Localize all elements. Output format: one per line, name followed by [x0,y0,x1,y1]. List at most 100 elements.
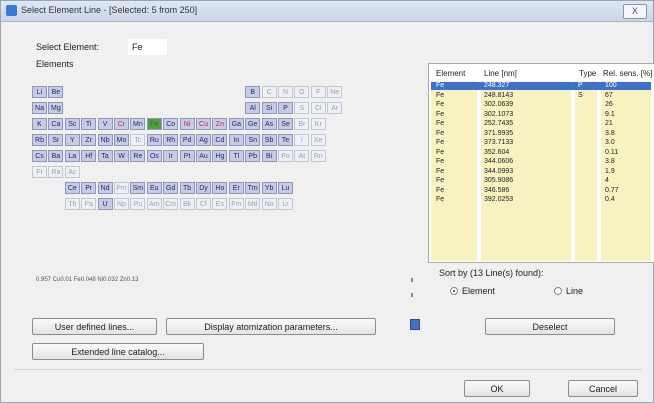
element-cell-md[interactable]: Md [245,198,261,210]
element-cell-ti[interactable]: Ti [81,118,97,130]
element-cell-as[interactable]: As [261,118,277,130]
element-cell-hf[interactable]: Hf [81,150,97,162]
element-cell-ne[interactable]: Ne [327,86,343,98]
element-cell-k[interactable]: K [32,118,47,130]
element-cell-ga[interactable]: Ga [228,118,244,130]
col-header-element[interactable]: Element [436,69,465,78]
element-cell-tb[interactable]: Tb [179,182,195,194]
select-element-input[interactable]: Fe [128,39,167,55]
element-cell-cl[interactable]: Cl [310,102,326,114]
element-cell-kr[interactable]: Kr [310,118,326,130]
element-cell-sb[interactable]: Sb [261,134,277,146]
element-cell-fm[interactable]: Fm [228,198,244,210]
element-cell-es[interactable]: Es [212,198,228,210]
element-cell-cu[interactable]: Cu [196,118,211,130]
element-cell-te[interactable]: Te [278,134,293,146]
element-cell-br[interactable]: Br [294,118,310,130]
element-cell-o[interactable]: O [294,86,310,98]
element-cell-dy[interactable]: Dy [196,182,211,194]
element-cell-u[interactable]: U [97,198,113,210]
element-cell-re[interactable]: Re [130,150,146,162]
element-cell-pm[interactable]: Pm [114,182,129,194]
col-header-type[interactable]: Type [579,69,596,78]
line-row[interactable]: Fe 344.0993 1.9 [431,168,651,176]
element-cell-ra[interactable]: Ra [48,166,64,178]
element-cell-bi[interactable]: Bi [261,150,277,162]
element-cell-sr[interactable]: Sr [48,134,64,146]
element-cell-eu[interactable]: Eu [146,182,162,194]
element-cell-li[interactable]: Li [32,86,47,98]
element-cell-n[interactable]: N [278,86,293,98]
deselect-button[interactable]: Deselect [485,318,615,335]
element-cell-pa[interactable]: Pa [81,198,97,210]
element-cell-zn[interactable]: Zn [212,118,228,130]
element-cell-ge[interactable]: Ge [245,118,261,130]
element-cell-fe[interactable]: Fe [146,118,162,130]
element-cell-mn[interactable]: Mn [130,118,146,130]
element-cell-sc[interactable]: Sc [64,118,80,130]
element-cell-be[interactable]: Be [48,86,64,98]
element-cell-pb[interactable]: Pb [245,150,261,162]
element-cell-hg[interactable]: Hg [212,150,228,162]
element-cell-th[interactable]: Th [64,198,80,210]
element-cell-nd[interactable]: Nd [97,182,113,194]
element-cell-co[interactable]: Co [163,118,179,130]
element-cell-ba[interactable]: Ba [48,150,64,162]
ok-button[interactable]: OK [464,380,530,397]
line-row[interactable]: Fe 248.327 P 100 [431,82,651,90]
element-cell-ho[interactable]: Ho [212,182,228,194]
element-cell-c[interactable]: C [261,86,277,98]
element-cell-i[interactable]: I [294,134,310,146]
element-cell-rb[interactable]: Rb [32,134,47,146]
extended-line-catalog-button[interactable]: Extended line catalog... [32,343,204,360]
line-row[interactable]: Fe 373.7133 3.0 [431,139,651,147]
line-row[interactable]: Fe 371.9935 3.8 [431,130,651,138]
line-row[interactable]: Fe 344.0606 3.8 [431,158,651,166]
element-cell-pd[interactable]: Pd [179,134,195,146]
element-cell-er[interactable]: Er [228,182,244,194]
element-cell-y[interactable]: Y [64,134,80,146]
element-cell-ar[interactable]: Ar [327,102,343,114]
element-cell-am[interactable]: Am [146,198,162,210]
line-row[interactable]: Fe 302.1073 9.1 [431,111,651,119]
element-cell-no[interactable]: No [261,198,277,210]
element-cell-tc[interactable]: Tc [130,134,146,146]
element-cell-tm[interactable]: Tm [245,182,261,194]
sort-element-label[interactable]: Element [462,286,495,296]
element-cell-cr[interactable]: Cr [114,118,129,130]
element-cell-cs[interactable]: Cs [32,150,47,162]
element-cell-pt[interactable]: Pt [179,150,195,162]
element-cell-tl[interactable]: Tl [228,150,244,162]
element-cell-lr[interactable]: Lr [278,198,293,210]
line-row[interactable]: Fe 352.604 0.11 [431,149,651,157]
element-cell-rn[interactable]: Rn [310,150,326,162]
element-cell-gd[interactable]: Gd [163,182,179,194]
element-cell-ir[interactable]: Ir [163,150,179,162]
element-cell-al[interactable]: Al [245,102,261,114]
line-row[interactable]: Fe 252.7435 21 [431,120,651,128]
col-header-rel-sens[interactable]: Rel. sens. [%] [603,69,652,78]
element-cell-in[interactable]: In [228,134,244,146]
element-cell-sm[interactable]: Sm [130,182,146,194]
element-cell-au[interactable]: Au [196,150,211,162]
element-cell-ta[interactable]: Ta [97,150,113,162]
sort-line-radio[interactable] [554,287,562,295]
sort-element-radio[interactable] [450,287,458,295]
element-cell-si[interactable]: Si [261,102,277,114]
line-row[interactable]: Fe 302.0639 26 [431,101,651,109]
line-list[interactable]: Element Line [nm] Type Rel. sens. [%] Fe… [428,63,654,263]
element-cell-np[interactable]: Np [114,198,129,210]
element-cell-pu[interactable]: Pu [130,198,146,210]
user-defined-lines-button[interactable]: User defined lines... [32,318,157,335]
line-row[interactable]: Fe 248.8143 S 67 [431,92,651,100]
element-cell-v[interactable]: V [97,118,113,130]
col-header-line[interactable]: Line [nm] [484,69,517,78]
element-cell-ac[interactable]: Ac [64,166,80,178]
element-cell-b[interactable]: B [245,86,261,98]
element-cell-lu[interactable]: Lu [278,182,293,194]
element-cell-se[interactable]: Se [278,118,293,130]
element-cell-na[interactable]: Na [32,102,47,114]
element-cell-la[interactable]: La [64,150,80,162]
element-cell-os[interactable]: Os [146,150,162,162]
line-row[interactable]: Fe 346.586 0.77 [431,187,651,195]
